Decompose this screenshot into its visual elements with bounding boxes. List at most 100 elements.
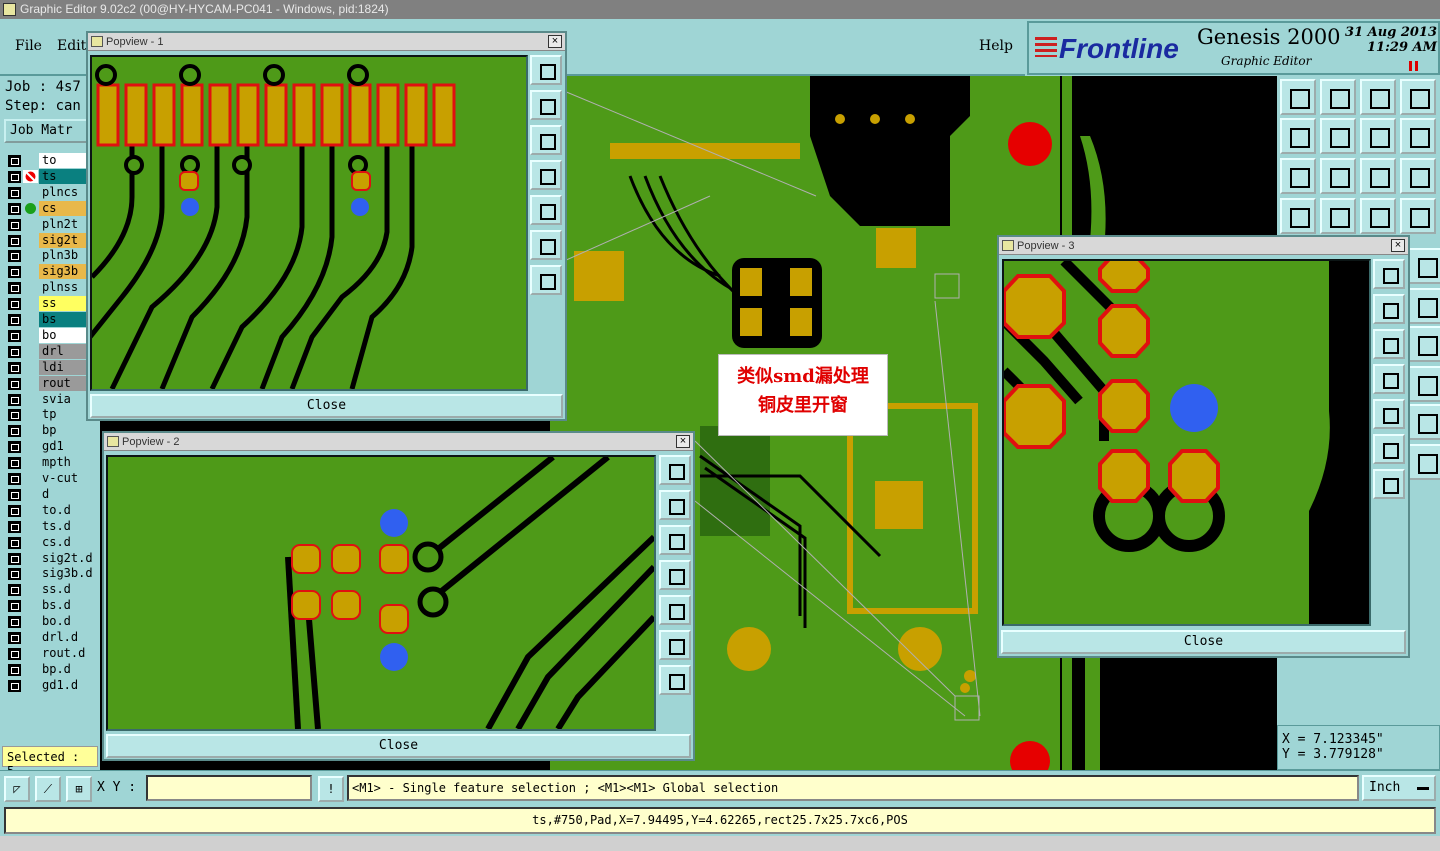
layer-checkbox[interactable] <box>8 361 21 374</box>
layer-row[interactable]: v-cut <box>5 471 100 486</box>
popview-tool-button[interactable] <box>659 490 691 520</box>
popview-tool-button[interactable] <box>530 265 562 295</box>
alert-icon[interactable]: ! <box>318 776 344 802</box>
layer-checkbox[interactable] <box>8 250 21 263</box>
pan-right-button[interactable] <box>1320 118 1356 154</box>
popview-tool-button[interactable] <box>530 55 562 85</box>
layer-checkbox[interactable] <box>8 314 21 326</box>
layer-checkbox[interactable] <box>8 647 21 660</box>
tool-button[interactable] <box>1400 198 1436 234</box>
popview-tool-button[interactable] <box>659 525 691 555</box>
popview-1-close-button[interactable]: Close <box>90 394 563 418</box>
layer-checkbox[interactable] <box>8 329 21 342</box>
tool-button[interactable] <box>1360 118 1396 154</box>
layer-checkbox[interactable] <box>8 266 21 279</box>
layer-row[interactable]: ts.d <box>5 518 100 534</box>
layer-checkbox[interactable] <box>8 568 21 581</box>
popview-tool-button[interactable] <box>659 455 691 485</box>
layer-row[interactable]: sig3b.d <box>5 566 100 582</box>
layer-row[interactable]: mpth <box>5 455 100 471</box>
layer-checkbox[interactable] <box>8 218 21 231</box>
popview-tool-button[interactable] <box>530 195 562 225</box>
zoom-fit-button[interactable] <box>1280 158 1316 194</box>
layer-row[interactable]: rout.d <box>5 645 100 661</box>
layer-row[interactable]: bp <box>5 423 100 439</box>
popview-3-canvas[interactable] <box>1002 259 1371 626</box>
layer-checkbox[interactable] <box>8 377 21 390</box>
tool-button[interactable] <box>1400 79 1436 115</box>
layer-checkbox[interactable] <box>8 457 21 470</box>
pan-left-button[interactable] <box>1280 118 1316 154</box>
layer-checkbox[interactable] <box>8 552 21 565</box>
job-matrix-button[interactable]: Job Matr <box>4 119 88 143</box>
grid-button[interactable] <box>1320 198 1356 234</box>
layer-checkbox[interactable] <box>8 234 21 247</box>
popview-tool-button[interactable] <box>530 230 562 260</box>
tool-button[interactable] <box>1280 198 1316 234</box>
popview-tool-button[interactable] <box>1373 329 1405 359</box>
layer-checkbox[interactable] <box>8 600 21 613</box>
layer-checkbox[interactable] <box>8 504 21 517</box>
tool-button[interactable] <box>1360 198 1396 234</box>
popview-tool-button[interactable] <box>659 630 691 660</box>
layer-checkbox[interactable] <box>8 441 21 454</box>
select-tool-icon[interactable]: ◸ <box>4 776 30 802</box>
pause-icon[interactable] <box>1409 61 1418 71</box>
layer-checkbox[interactable] <box>8 170 21 183</box>
layer-row[interactable]: bs.d <box>5 598 100 614</box>
layer-row[interactable]: gd1.d <box>5 677 100 693</box>
layer-row[interactable]: bp.d <box>5 661 100 677</box>
popview-2-close-button[interactable]: Close <box>106 734 691 758</box>
cursor-button[interactable] <box>1408 444 1440 480</box>
menu-edit[interactable]: Edit <box>57 38 86 54</box>
popview-tool-button[interactable] <box>530 160 562 190</box>
layer-checkbox[interactable] <box>8 473 21 485</box>
layer-row[interactable]: ss.d <box>5 582 100 598</box>
tool-button[interactable] <box>1400 118 1436 154</box>
zoom-button[interactable] <box>1320 158 1356 194</box>
menu-help[interactable]: Help <box>979 38 1013 54</box>
unit-select[interactable]: Inch <box>1362 775 1436 801</box>
layer-checkbox[interactable] <box>8 616 21 629</box>
tool-button[interactable] <box>1408 404 1440 440</box>
layer-checkbox[interactable] <box>8 298 21 311</box>
layer-checkbox[interactable] <box>8 663 21 676</box>
layer-checkbox[interactable] <box>8 155 21 167</box>
layer-checkbox[interactable] <box>8 679 21 692</box>
popview-tool-button[interactable] <box>1373 294 1405 324</box>
help-icon[interactable] <box>1400 158 1436 194</box>
popview-2-canvas[interactable] <box>106 455 656 731</box>
tool-button[interactable] <box>1408 248 1440 284</box>
layer-row[interactable]: d <box>5 486 100 502</box>
layer-checkbox[interactable] <box>8 202 21 215</box>
layer-checkbox[interactable] <box>8 345 21 358</box>
popview-tool-button[interactable] <box>1373 469 1405 499</box>
layer-checkbox[interactable] <box>8 632 21 644</box>
popview-tool-button[interactable] <box>530 90 562 120</box>
measure-tool-icon[interactable]: ⟋ <box>35 776 61 802</box>
popview-3-close-button[interactable]: Close <box>1001 630 1406 654</box>
popview-tool-button[interactable] <box>659 665 691 695</box>
xy-input[interactable] <box>146 775 312 801</box>
layer-checkbox[interactable] <box>8 409 21 422</box>
home-button[interactable] <box>1360 79 1396 115</box>
layer-row[interactable]: sig2t.d <box>5 550 100 566</box>
menu-file[interactable]: File <box>15 38 42 54</box>
tool-button[interactable] <box>1408 366 1440 402</box>
tool-button[interactable] <box>1320 79 1356 115</box>
scale-button[interactable] <box>1360 158 1396 194</box>
popview-tool-button[interactable] <box>659 595 691 625</box>
layer-checkbox[interactable] <box>8 536 21 549</box>
popview-tool-button[interactable] <box>1373 259 1405 289</box>
popview-tool-button[interactable] <box>659 560 691 590</box>
layer-row[interactable]: gd1 <box>5 439 100 455</box>
tool-button[interactable] <box>1408 326 1440 362</box>
close-icon[interactable]: × <box>676 435 690 448</box>
layer-row[interactable]: drl.d <box>5 630 100 645</box>
layer-checkbox[interactable] <box>8 282 21 295</box>
popview-tool-button[interactable] <box>1373 399 1405 429</box>
popview-tool-button[interactable] <box>530 125 562 155</box>
layer-checkbox[interactable] <box>8 393 21 406</box>
snap-grid-icon[interactable]: ⊞ <box>66 776 92 802</box>
layer-checkbox[interactable] <box>8 584 21 597</box>
